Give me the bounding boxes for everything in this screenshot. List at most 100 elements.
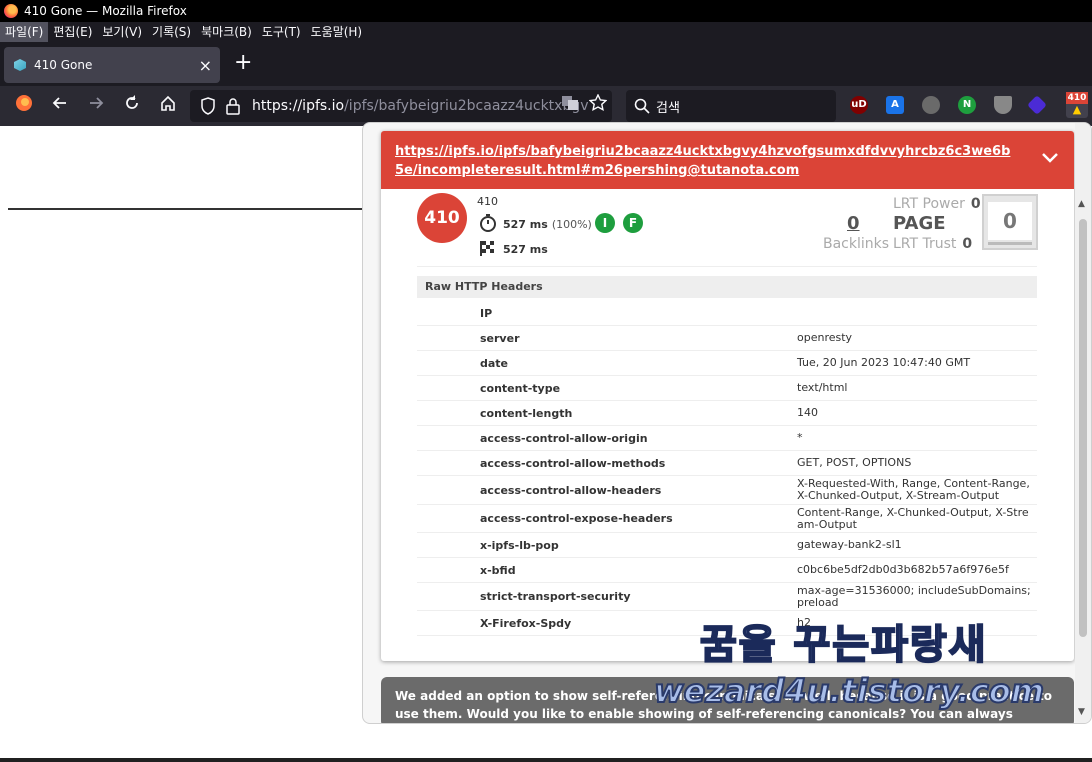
popup-scrollbar[interactable]: ▲ ▼ xyxy=(1075,123,1091,723)
privacy-badger-icon[interactable] xyxy=(994,96,1012,114)
header-key: access-control-allow-headers xyxy=(480,483,662,497)
header-key: access-control-allow-origin xyxy=(480,431,648,445)
search-bar[interactable]: 검색 xyxy=(626,90,836,122)
search-icon xyxy=(634,98,650,118)
watermark-title: 꿈을 꾸는파랑새 xyxy=(699,621,988,669)
table-row: strict-transport-security max-age=3153600… xyxy=(417,583,1037,611)
n-extension-icon[interactable]: N xyxy=(958,96,976,114)
menu-file[interactable]: 파일(F) xyxy=(0,22,49,42)
table-row: access-control-allow-methods GET, POST, O… xyxy=(417,451,1037,476)
headers-table: IP server openresty date Tue, 20 Jun 2023 … xyxy=(417,301,1037,636)
stopwatch-icon xyxy=(479,213,497,236)
lrt-trust-value: 0 xyxy=(962,236,973,252)
header-value: GET, POST, OPTIONS xyxy=(797,456,912,469)
divider xyxy=(417,266,1037,267)
extension-puzzle-icon[interactable] xyxy=(922,96,940,114)
lrt-power-label: LRT Power xyxy=(893,196,965,212)
header-value: openresty xyxy=(797,331,853,344)
menu-view[interactable]: 보기(V) xyxy=(97,22,147,42)
table-row: date Tue, 20 Jun 2023 10:47:40 GMT xyxy=(417,351,1037,376)
lrt-trust-label: LRT Trust xyxy=(893,236,957,252)
header-value: Tue, 20 Jun 2023 10:47:40 GMT xyxy=(797,356,971,369)
header-key: server xyxy=(480,331,520,345)
table-row: access-control-expose-headers Content-Ran… xyxy=(417,505,1037,533)
backlinks-count[interactable]: 0 xyxy=(847,213,860,234)
seo-status-badge[interactable]: 410 ▲ xyxy=(1066,92,1088,118)
bookmark-star-icon[interactable] xyxy=(586,93,610,118)
header-key: access-control-expose-headers xyxy=(480,512,673,525)
taskbar-edge xyxy=(0,758,1092,762)
header-value: * xyxy=(797,431,803,444)
load-time-row: 527 ms (100%) xyxy=(479,213,592,236)
menu-bar: 파일(F) 편집(E) 보기(V) 기록(S) 북마크(B) 도구(T) 도움말… xyxy=(0,22,1092,42)
lrt-power: LRT Power 0 xyxy=(893,196,981,212)
menu-history[interactable]: 기록(S) xyxy=(147,22,196,42)
url-path: /ipfs/bafybeigriu2bcaazz4ucktxbgv xyxy=(344,98,589,114)
raw-headers-title: Raw HTTP Headers xyxy=(417,276,1037,298)
table-row: content-length 140 xyxy=(417,401,1037,426)
page-url-link[interactable]: https://ipfs.io/ipfs/bafybeigriu2bcaazz4… xyxy=(395,144,1010,178)
status-code-label: 410 xyxy=(477,195,498,208)
ublock-origin-icon[interactable]: uD xyxy=(850,96,868,114)
page-label: PAGE xyxy=(893,213,946,234)
warning-icon: ▲ xyxy=(1072,103,1082,116)
header-value: max-age=31536000; includeSubDomains; pre… xyxy=(797,583,1031,609)
translate-page-icon[interactable] xyxy=(558,94,582,118)
google-translate-icon[interactable]: A xyxy=(886,96,904,114)
nav-bar: https://ipfs.io/ipfs/bafybeigriu2bcaazz4… xyxy=(0,86,1092,126)
scroll-down-icon[interactable]: ▼ xyxy=(1078,707,1085,717)
lrt-trust: LRT Trust 0 xyxy=(893,236,972,252)
menu-help[interactable]: 도움말(H) xyxy=(306,22,368,42)
new-tab-button[interactable]: + xyxy=(234,51,252,75)
header-value: c0bc6be5df2db0d3b682b57a6f976e5f xyxy=(797,563,1009,576)
header-value: Content-Range, X-Chunked-Output, X-Strea… xyxy=(797,505,1029,531)
finish-time: 527 ms xyxy=(503,243,548,256)
header-key: access-control-allow-methods xyxy=(480,456,666,470)
window-title: 410 Gone — Mozilla Firefox xyxy=(24,4,187,18)
menu-bookmarks[interactable]: 북마크(B) xyxy=(196,22,257,42)
badge-f[interactable]: F xyxy=(623,213,643,233)
header-value: text/html xyxy=(797,381,848,394)
load-time-pct: (100%) xyxy=(551,218,592,231)
status-bar: https://ipfs.io/ipfs/bafybeigriu2bcaazz4… xyxy=(381,131,1074,189)
power-trust-score-box: 0 xyxy=(982,194,1038,250)
badge-i[interactable]: I xyxy=(595,213,615,233)
lrt-power-value: 0 xyxy=(970,196,981,212)
home-button[interactable] xyxy=(156,94,180,118)
score-scale xyxy=(988,242,1032,245)
forward-button[interactable] xyxy=(84,94,108,118)
menu-edit[interactable]: 편집(E) xyxy=(48,22,97,42)
header-key: content-type xyxy=(480,381,561,395)
backlinks-label: Backlinks xyxy=(823,236,890,252)
url-bar[interactable]: https://ipfs.io/ipfs/bafybeigriu2bcaazz4… xyxy=(190,90,612,122)
chevron-down-icon[interactable] xyxy=(1040,147,1060,167)
score-value: 0 xyxy=(988,202,1032,240)
table-row: IP xyxy=(417,301,1037,326)
firefox-view-icon[interactable] xyxy=(12,94,36,118)
scroll-up-icon[interactable]: ▲ xyxy=(1078,199,1085,209)
table-row: access-control-allow-origin * xyxy=(417,426,1037,451)
tab-active[interactable]: 410 Gone × xyxy=(4,47,220,83)
menu-tools[interactable]: 도구(T) xyxy=(257,22,306,42)
ipfs-cube-icon xyxy=(14,59,26,71)
header-value: X-Requested-With, Range, Content-Range, … xyxy=(797,477,1030,502)
tab-strip: 410 Gone × + xyxy=(0,42,1092,86)
watermark-url: wezard4u.tistory.com xyxy=(653,671,1045,711)
url-host: https://ipfs.io xyxy=(252,98,345,114)
header-key: x-bfid xyxy=(480,563,516,577)
gem-extension-icon[interactable] xyxy=(1027,95,1047,115)
header-key: date xyxy=(480,356,509,370)
firefox-logo-icon xyxy=(4,4,18,18)
lock-icon[interactable] xyxy=(226,97,240,119)
window-titlebar: 410 Gone — Mozilla Firefox xyxy=(0,0,1092,22)
table-row: x-bfid c0bc6be5df2db0d3b682b57a6f976e5f xyxy=(417,558,1037,583)
back-button[interactable] xyxy=(48,94,72,118)
tracking-shield-icon[interactable] xyxy=(200,97,216,119)
checkered-flag-icon xyxy=(479,239,497,260)
reload-button[interactable] xyxy=(120,94,144,118)
load-time: 527 ms xyxy=(503,218,548,231)
table-row: server openresty xyxy=(417,326,1037,351)
scrollbar-thumb[interactable] xyxy=(1079,219,1087,637)
tab-close-icon[interactable]: × xyxy=(199,56,212,75)
header-value: gateway-bank2-sl1 xyxy=(797,538,902,551)
